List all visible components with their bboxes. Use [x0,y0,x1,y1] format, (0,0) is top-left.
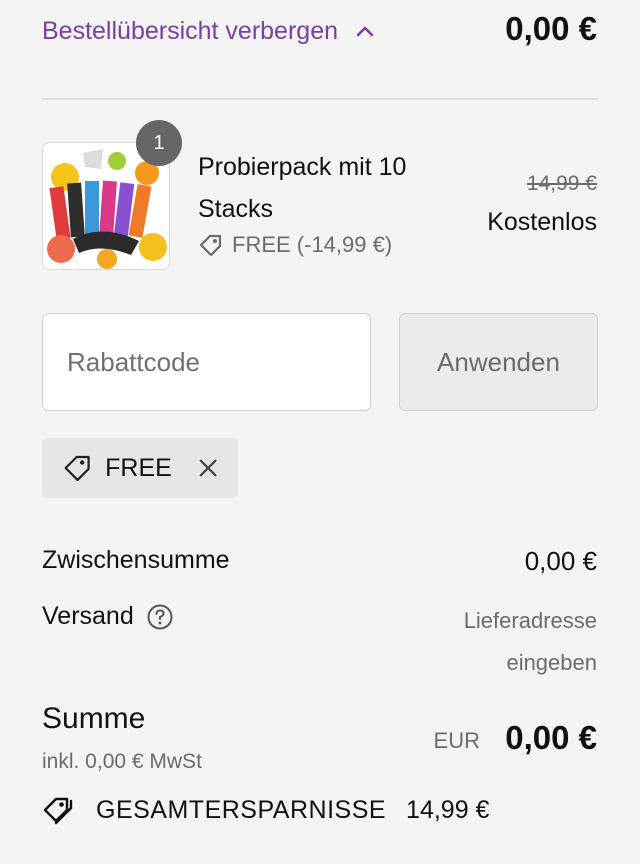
tag-icon [64,455,90,482]
applied-discount-chip: FREE [42,438,238,498]
product-discount: FREE (-14,99 €) [198,232,392,258]
product-title: Probierpack mit 10 Stacks [198,153,407,223]
shipping-row-label: Versand [42,602,174,631]
order-summary-toggle[interactable]: Bestellübersicht verbergen [42,14,374,48]
apply-button[interactable]: Anwenden [399,313,598,411]
currency-code: EUR [433,728,480,753]
tax-note: inkl. 0,00 € MwSt [42,750,202,773]
close-icon[interactable] [198,457,218,479]
discount-code-input[interactable] [42,313,371,411]
help-circle-icon[interactable] [146,603,174,631]
quantity-badge: 1 [136,120,182,166]
double-tag-icon [43,797,73,825]
savings-label: GESAMTERSPARNISSE [96,795,387,824]
subtotal-label: Zwischensumme [42,546,230,574]
shipping-note: Lieferadresse eingeben [463,608,597,675]
product-price: Kostenlos [487,208,597,236]
subtotal-value: 0,00 € [524,546,597,576]
original-price: 14,99 € [526,172,597,195]
chevron-up-icon [356,26,374,37]
header-total-price: 0,00 € [505,10,597,47]
savings-value: 14,99 € [406,795,490,824]
sum-value: 0,00 € [505,719,597,756]
sum-label: Summe [42,702,146,735]
product-discount-text: FREE (-14,99 €) [232,232,393,257]
divider [42,98,598,100]
total-savings: GESAMTERSPARNISSE 14,99 € [42,793,489,827]
tag-icon [199,234,222,257]
order-summary-toggle-label: Bestellübersicht verbergen [42,16,338,45]
applied-discount-code: FREE [105,453,172,482]
shipping-label: Versand [42,602,134,630]
